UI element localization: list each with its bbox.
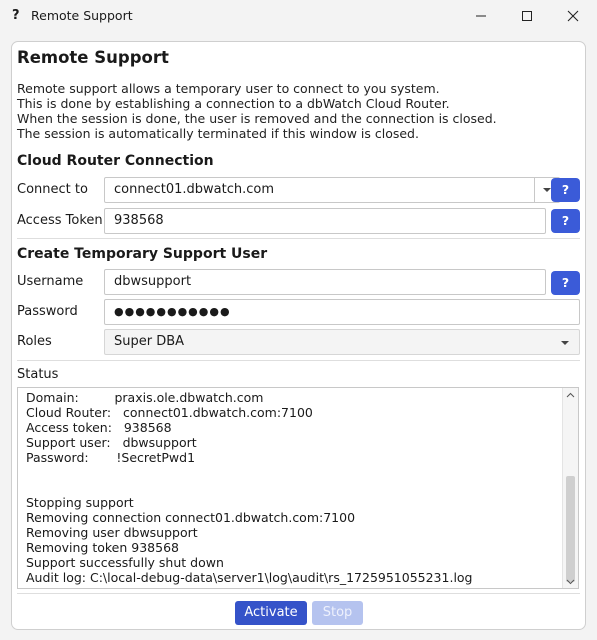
access-token-help-button[interactable]: ? [551,209,580,233]
status-log[interactable]: Domain: praxis.ole.dbwatch.com Cloud Rou… [17,387,579,589]
minimize-icon [476,15,486,17]
section-divider [17,360,580,361]
username-field[interactable]: dbwsupport [104,269,546,295]
access-token-label: Access Token [17,213,103,228]
close-button[interactable] [550,0,596,32]
minimize-button[interactable] [458,0,504,32]
maximize-icon [522,11,532,21]
connect-to-label: Connect to [17,182,88,197]
close-icon [567,10,579,22]
stop-button[interactable]: Stop [312,601,363,625]
section-divider [17,238,580,239]
section-divider [17,593,580,594]
connect-to-help-button[interactable]: ? [551,178,580,202]
status-label: Status [17,367,59,382]
scroll-up-icon [566,392,575,398]
roles-label: Roles [17,334,52,349]
roles-value: Super DBA [114,334,185,349]
password-label: Password [17,304,78,319]
title-bar[interactable]: ? Remote Support [0,0,597,32]
app-icon: ? [12,8,20,23]
window-title: Remote Support [31,8,133,23]
username-label: Username [17,274,84,289]
status-log-text: Domain: praxis.ole.dbwatch.com Cloud Rou… [26,390,473,585]
username-help-button[interactable]: ? [551,271,580,295]
scroll-down-icon [566,579,575,585]
page-title: Remote Support [17,48,169,67]
support-user-heading: Create Temporary Support User [17,246,268,262]
page-description: Remote support allows a temporary user t… [17,81,497,141]
activate-button[interactable]: Activate [235,601,307,625]
scrollbar-thumb[interactable] [566,476,575,582]
maximize-button[interactable] [504,0,550,32]
main-panel: Remote Support Remote support allows a t… [11,41,586,630]
access-token-field[interactable]: 938568 [104,208,546,234]
password-field[interactable]: ●●●●●●●●●●● [104,299,580,325]
connect-to-value: connect01.dbwatch.com [114,182,274,197]
status-scrollbar[interactable] [562,388,578,588]
roles-select[interactable]: Super DBA [104,329,580,355]
chevron-down-icon [561,341,569,345]
connect-to-combobox[interactable]: connect01.dbwatch.com [104,177,560,203]
cloud-router-heading: Cloud Router Connection [17,153,214,169]
